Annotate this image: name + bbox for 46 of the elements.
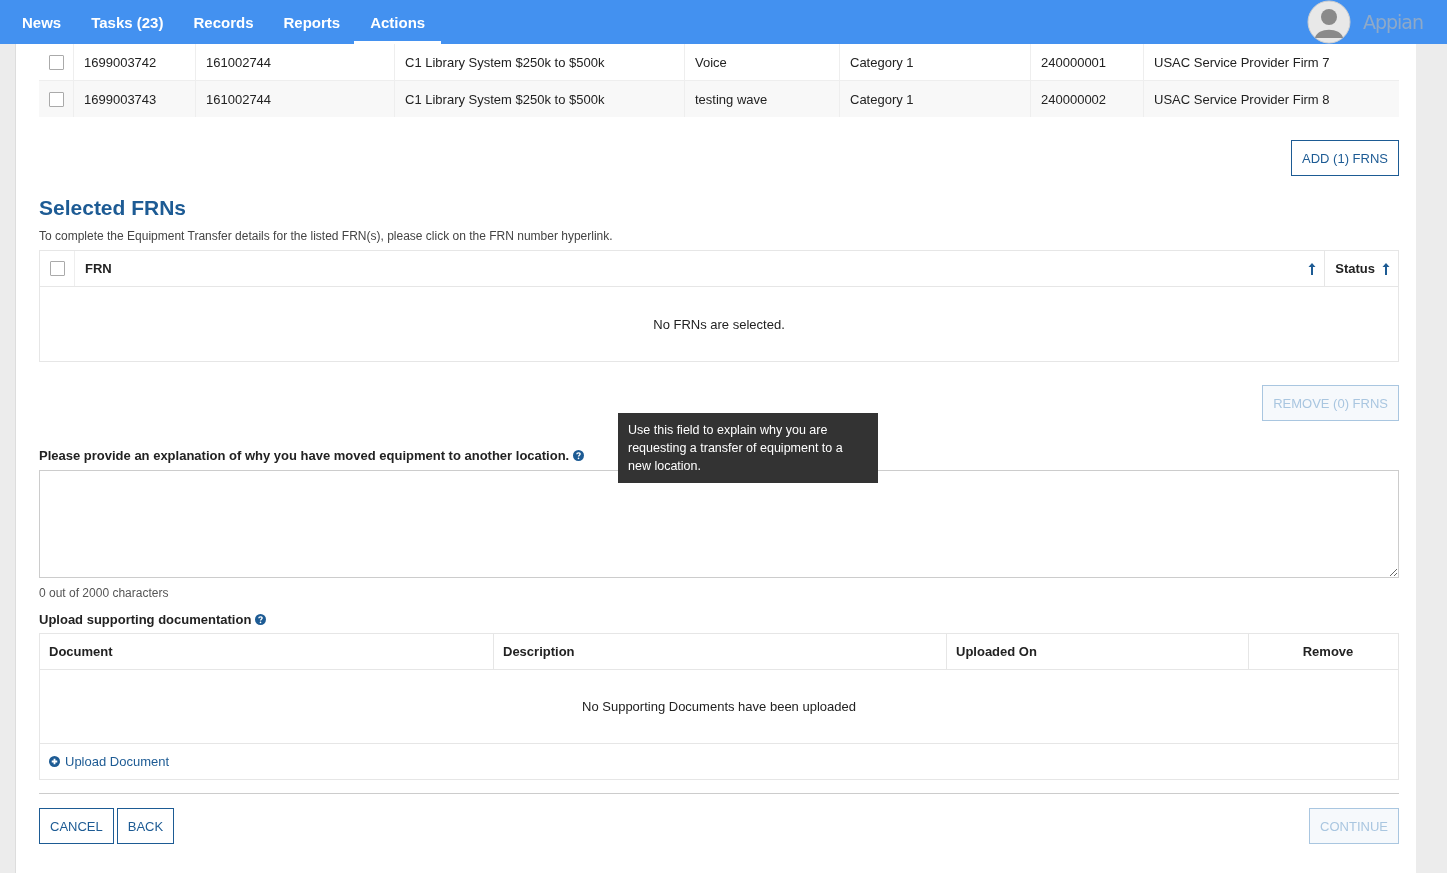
add-frns-button[interactable]: ADD (1) FRNS [1291, 140, 1399, 176]
table-cell: C1 Library System $250k to $500k [395, 44, 685, 80]
table-cell: 1699003742 [74, 44, 196, 80]
help-icon[interactable] [255, 614, 267, 625]
sort-arrow-icon[interactable] [1382, 261, 1390, 276]
column-header: Description [494, 634, 947, 669]
column-header: Remove [1301, 643, 1355, 661]
field-label: Upload supporting documentation [39, 612, 252, 627]
explanation-textarea[interactable] [39, 470, 1399, 578]
nav-tab[interactable]: News [6, 0, 78, 44]
nav-tab[interactable]: Records [177, 0, 270, 44]
column-header: Uploaded On [947, 634, 1249, 669]
table-cell: testing wave [685, 81, 840, 117]
footer-button[interactable]: CANCEL [39, 808, 114, 844]
nav-tab[interactable]: Reports [267, 0, 357, 44]
footer-button[interactable]: BACK [116, 808, 175, 844]
table-cell: 240000001 [1031, 44, 1144, 80]
field-label: Please provide an explanation of why you have moved equipment to another location. [39, 447, 570, 463]
table-cell: 1699003743 [74, 81, 196, 117]
row-checkbox[interactable] [48, 54, 64, 70]
section-heading: Selected FRNs [39, 196, 188, 220]
table-cell-text: USAC Service Provider Firm 7 [1153, 53, 1331, 72]
upload-document-link[interactable]: Upload Document [49, 754, 170, 769]
column-header[interactable]: Status [1335, 261, 1375, 276]
help-icon[interactable] [573, 449, 585, 461]
section-description: To complete the Equipment Transfer details for the listed FRN(s), please click on the FRN number hyperlink. [39, 229, 614, 243]
table-cell: Category 1 [840, 81, 1031, 117]
nav-tab[interactable]: Tasks (23) [75, 0, 180, 44]
table-cell: C1 Library System $250k to $500k [395, 81, 685, 117]
character-counter: 0 out of 2000 characters [39, 586, 170, 600]
sort-arrow-icon[interactable] [1308, 261, 1317, 276]
empty-message: No FRNs are selected. [653, 316, 785, 332]
plus-circle-icon [49, 756, 60, 767]
table-cell: 240000002 [1031, 81, 1144, 117]
user-avatar-icon[interactable] [1306, 0, 1351, 44]
column-header: Document [40, 634, 494, 669]
column-header[interactable]: FRN [85, 261, 112, 276]
table-cell: Category 1 [840, 44, 1031, 80]
table-cell: Voice [685, 44, 840, 80]
app-logo: Appian [1362, 11, 1423, 33]
table-cell-text: USAC Service Provider Firm 8 [1153, 90, 1331, 109]
empty-message: No Supporting Documents have been uploaded [582, 699, 856, 714]
select-all-checkbox[interactable] [49, 261, 65, 276]
row-checkbox[interactable] [48, 91, 64, 107]
table-cell: 161002744 [196, 44, 395, 80]
table-cell: 161002744 [196, 81, 395, 117]
